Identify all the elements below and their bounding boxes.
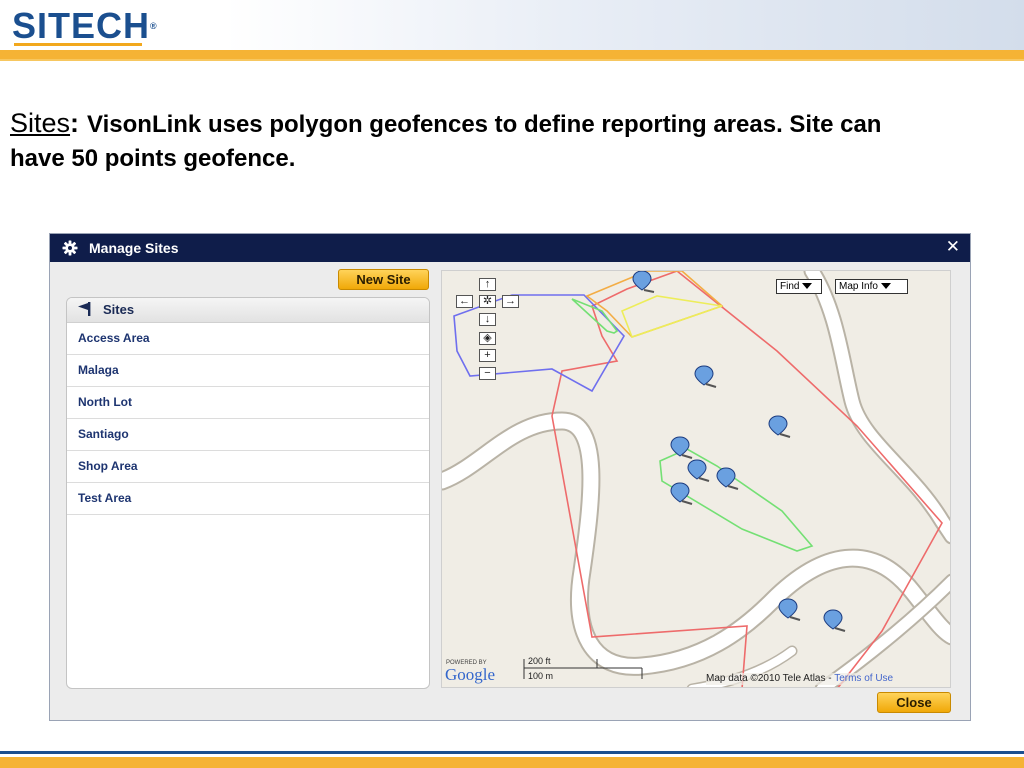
pan-center-button[interactable]: ✲ — [479, 295, 496, 308]
google-logo: Google — [445, 666, 495, 684]
terms-of-use-link[interactable]: Terms of Use — [834, 673, 893, 684]
location-marker — [716, 467, 739, 490]
dialog-titlebar: Manage Sites ✕ — [50, 234, 970, 262]
scale-meters-label: 100 m — [528, 671, 554, 681]
chevron-down-icon — [802, 283, 813, 290]
geofence-red — [551, 271, 943, 687]
footer-blue-line — [0, 751, 1024, 754]
geofence-yellow — [620, 295, 723, 339]
location-marker — [823, 609, 846, 632]
slide-header: SITECH® — [0, 0, 1024, 50]
chevron-down-icon — [880, 283, 891, 290]
header-orange-band — [0, 50, 1024, 59]
site-item-malaga[interactable]: Malaga — [67, 355, 429, 387]
pan-right-button[interactable]: → — [502, 295, 519, 308]
google-text: Google — [445, 665, 496, 684]
slide-heading: Sites — [10, 108, 71, 138]
slide-body: VisonLink uses polygon geofences to defi… — [10, 111, 882, 172]
site-item-north-lot[interactable]: North Lot — [67, 387, 429, 419]
slide-heading-colon: : — [70, 108, 80, 138]
map-attribution: Map data ©2010 Tele Atlas - Terms of Use — [706, 673, 894, 685]
location-marker — [687, 459, 710, 482]
site-item-test-area[interactable]: Test Area — [67, 483, 429, 515]
reset-view-button[interactable]: ◈ — [479, 332, 496, 345]
site-item-shop-area[interactable]: Shop Area — [67, 451, 429, 483]
footer-orange-band — [0, 757, 1024, 768]
logo-text: SITECH — [12, 5, 151, 46]
location-marker — [768, 415, 791, 438]
gear-icon — [62, 240, 78, 256]
dialog-title: Manage Sites — [89, 240, 179, 256]
scale-feet-label: 200 ft — [528, 656, 551, 666]
manage-sites-dialog: Manage Sites ✕ New Site Sites Access Are… — [49, 233, 971, 721]
find-label: Find — [780, 281, 800, 292]
new-site-button[interactable]: New Site — [338, 269, 429, 290]
map-view[interactable]: ↑ ← ✲ → ↓ ◈ + − Find Map Info POWERED BY… — [441, 270, 951, 688]
logo-underline — [14, 43, 142, 46]
attribution-text: Map data ©2010 Tele Atlas - — [706, 673, 835, 684]
zoom-out-button[interactable]: − — [479, 367, 496, 380]
sites-panel-title: Sites — [103, 302, 135, 317]
site-list: Access Area Malaga North Lot Santiago Sh… — [67, 323, 429, 515]
map-info-label: Map Info — [839, 281, 878, 292]
pan-left-button[interactable]: ← — [456, 295, 473, 308]
find-dropdown[interactable]: Find — [776, 279, 822, 294]
sites-panel: Sites Access Area Malaga North Lot Santi… — [66, 297, 430, 689]
geofence-orange — [585, 271, 724, 338]
map-canvas[interactable] — [442, 271, 951, 688]
pan-down-button[interactable]: ↓ — [479, 313, 496, 326]
slide-title: Sites: VisonLink uses polygon geofences t… — [10, 106, 890, 176]
sitech-logo: SITECH® — [12, 6, 157, 46]
close-button[interactable]: Close — [877, 692, 951, 713]
location-marker — [670, 482, 693, 505]
flag-icon — [78, 302, 91, 316]
site-item-santiago[interactable]: Santiago — [67, 419, 429, 451]
location-marker — [632, 271, 655, 293]
logo-trademark: ® — [150, 21, 157, 31]
map-info-dropdown[interactable]: Map Info — [835, 279, 908, 294]
sites-panel-header: Sites — [67, 298, 429, 323]
zoom-in-button[interactable]: + — [479, 349, 496, 362]
location-marker — [694, 365, 717, 388]
header-light-band — [0, 59, 1024, 61]
close-icon[interactable]: ✕ — [946, 238, 960, 256]
location-marker — [778, 598, 801, 621]
site-item-access-area[interactable]: Access Area — [67, 323, 429, 355]
pan-up-button[interactable]: ↑ — [479, 278, 496, 291]
